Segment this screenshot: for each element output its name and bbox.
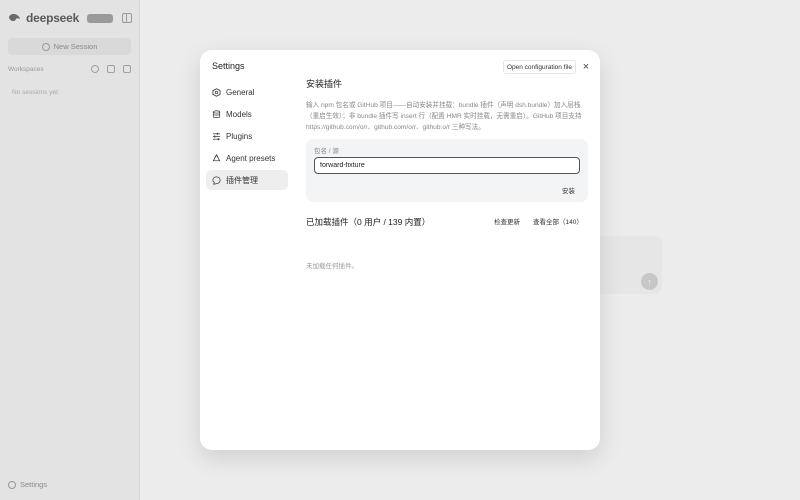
plugin-management-panel: 安装插件 输入 npm 包名或 GitHub 项目——自动安装并挂载：bundl…: [306, 77, 588, 270]
whale-logo-icon: [9, 14, 20, 22]
shield-icon: [212, 87, 221, 97]
send-button[interactable]: ↑: [641, 273, 658, 290]
close-icon[interactable]: ×: [581, 62, 591, 73]
new-workspace-icon[interactable]: [107, 65, 115, 73]
sliders-icon: [212, 132, 221, 140]
nav-label-plugin-management: 插件管理: [226, 175, 258, 185]
settings-modal: Settings Open configuration file × Gener…: [200, 50, 600, 450]
settings-nav: General Models Plugins Agent presets 插件管…: [206, 82, 288, 192]
nav-item-models[interactable]: Models: [206, 104, 288, 124]
no-plugins-loaded-text: 未加载任何插件。: [306, 263, 358, 270]
settings-link[interactable]: Settings: [8, 480, 47, 489]
package-field-label: 包名 / 源: [314, 148, 339, 155]
version-badge: [87, 13, 114, 23]
plus-circle-icon: [41, 42, 50, 51]
arrow-up-icon: ↑: [647, 276, 652, 287]
chat-bubble-icon: [212, 175, 221, 185]
new-session-button[interactable]: New Session: [8, 38, 131, 55]
workspaces-label: Workspaces: [8, 66, 44, 73]
folder-icon[interactable]: [123, 65, 131, 73]
refresh-icon[interactable]: [91, 65, 99, 73]
database-icon: [212, 109, 221, 118]
sidebar-toggle-icon[interactable]: [122, 13, 132, 23]
settings-link-label: Settings: [20, 480, 48, 489]
brand: deepseek: [8, 11, 114, 25]
nav-label-plugins: Plugins: [226, 131, 253, 141]
gear-icon: [8, 480, 16, 489]
sidebar: deepseek New Session Workspaces No sessi…: [0, 0, 140, 500]
nav-label-agent-presets: Agent presets: [226, 153, 276, 163]
open-config-button[interactable]: Open configuration file: [503, 60, 576, 74]
view-all-button[interactable]: 查看全部（140）: [533, 216, 583, 226]
brand-name: deepseek: [26, 11, 80, 25]
package-input[interactable]: [314, 157, 580, 174]
nav-label-models: Models: [226, 109, 252, 119]
check-updates-button[interactable]: 检查更新: [494, 216, 520, 226]
nav-item-plugin-management[interactable]: 插件管理: [206, 170, 288, 190]
new-session-label: New Session: [53, 42, 98, 51]
install-description: 输入 npm 包名或 GitHub 项目——自动安装并挂载：bundle 插件（…: [306, 102, 582, 131]
no-sessions-text: No sessions yet: [12, 89, 58, 96]
nav-item-agent-presets[interactable]: Agent presets: [206, 148, 288, 168]
loaded-plugins-title: 已加载插件（0 用户 / 139 内置）: [306, 217, 431, 227]
nav-item-general[interactable]: General: [206, 82, 288, 102]
workspace-actions: [91, 65, 131, 73]
recycle-icon: [212, 153, 221, 161]
install-card: 包名 / 源 安装: [306, 139, 588, 202]
modal-title: Settings: [212, 61, 245, 71]
loaded-plugins-header: 已加载插件（0 用户 / 139 内置） 检查更新 查看全部（140）: [306, 215, 588, 229]
nav-item-plugins[interactable]: Plugins: [206, 126, 288, 146]
nav-label-general: General: [226, 87, 255, 97]
install-button[interactable]: 安装: [556, 183, 581, 196]
install-plugin-title: 安装插件: [306, 79, 343, 89]
